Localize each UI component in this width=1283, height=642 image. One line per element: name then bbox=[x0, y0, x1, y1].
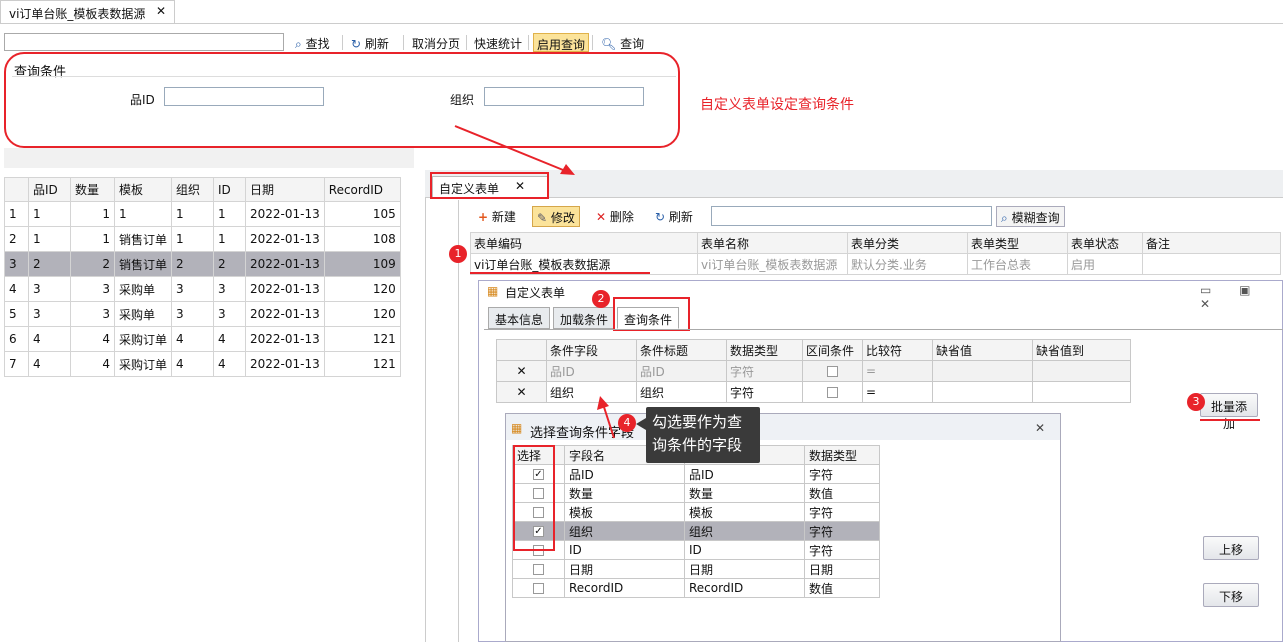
tooltip-pointer bbox=[636, 418, 646, 430]
arrow-head bbox=[597, 396, 609, 410]
annotation-arrow bbox=[602, 403, 615, 439]
annotation-arrows bbox=[454, 125, 646, 439]
annotation-arrow bbox=[454, 125, 569, 173]
